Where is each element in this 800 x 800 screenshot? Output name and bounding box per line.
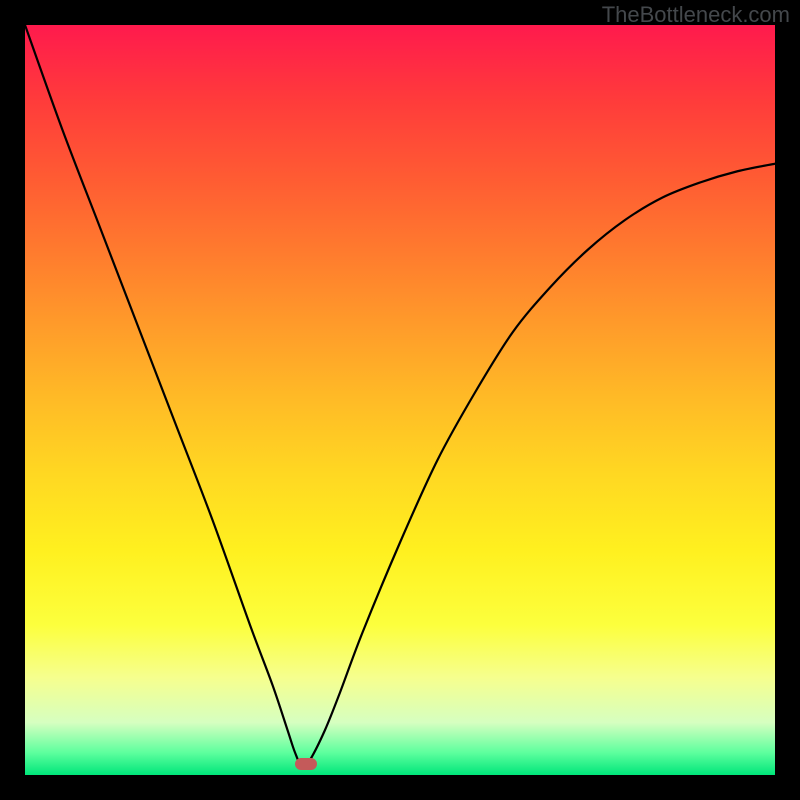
optimum-marker	[295, 758, 317, 770]
bottleneck-curve	[25, 25, 775, 775]
plot-area	[25, 25, 775, 775]
chart-container: TheBottleneck.com	[0, 0, 800, 800]
